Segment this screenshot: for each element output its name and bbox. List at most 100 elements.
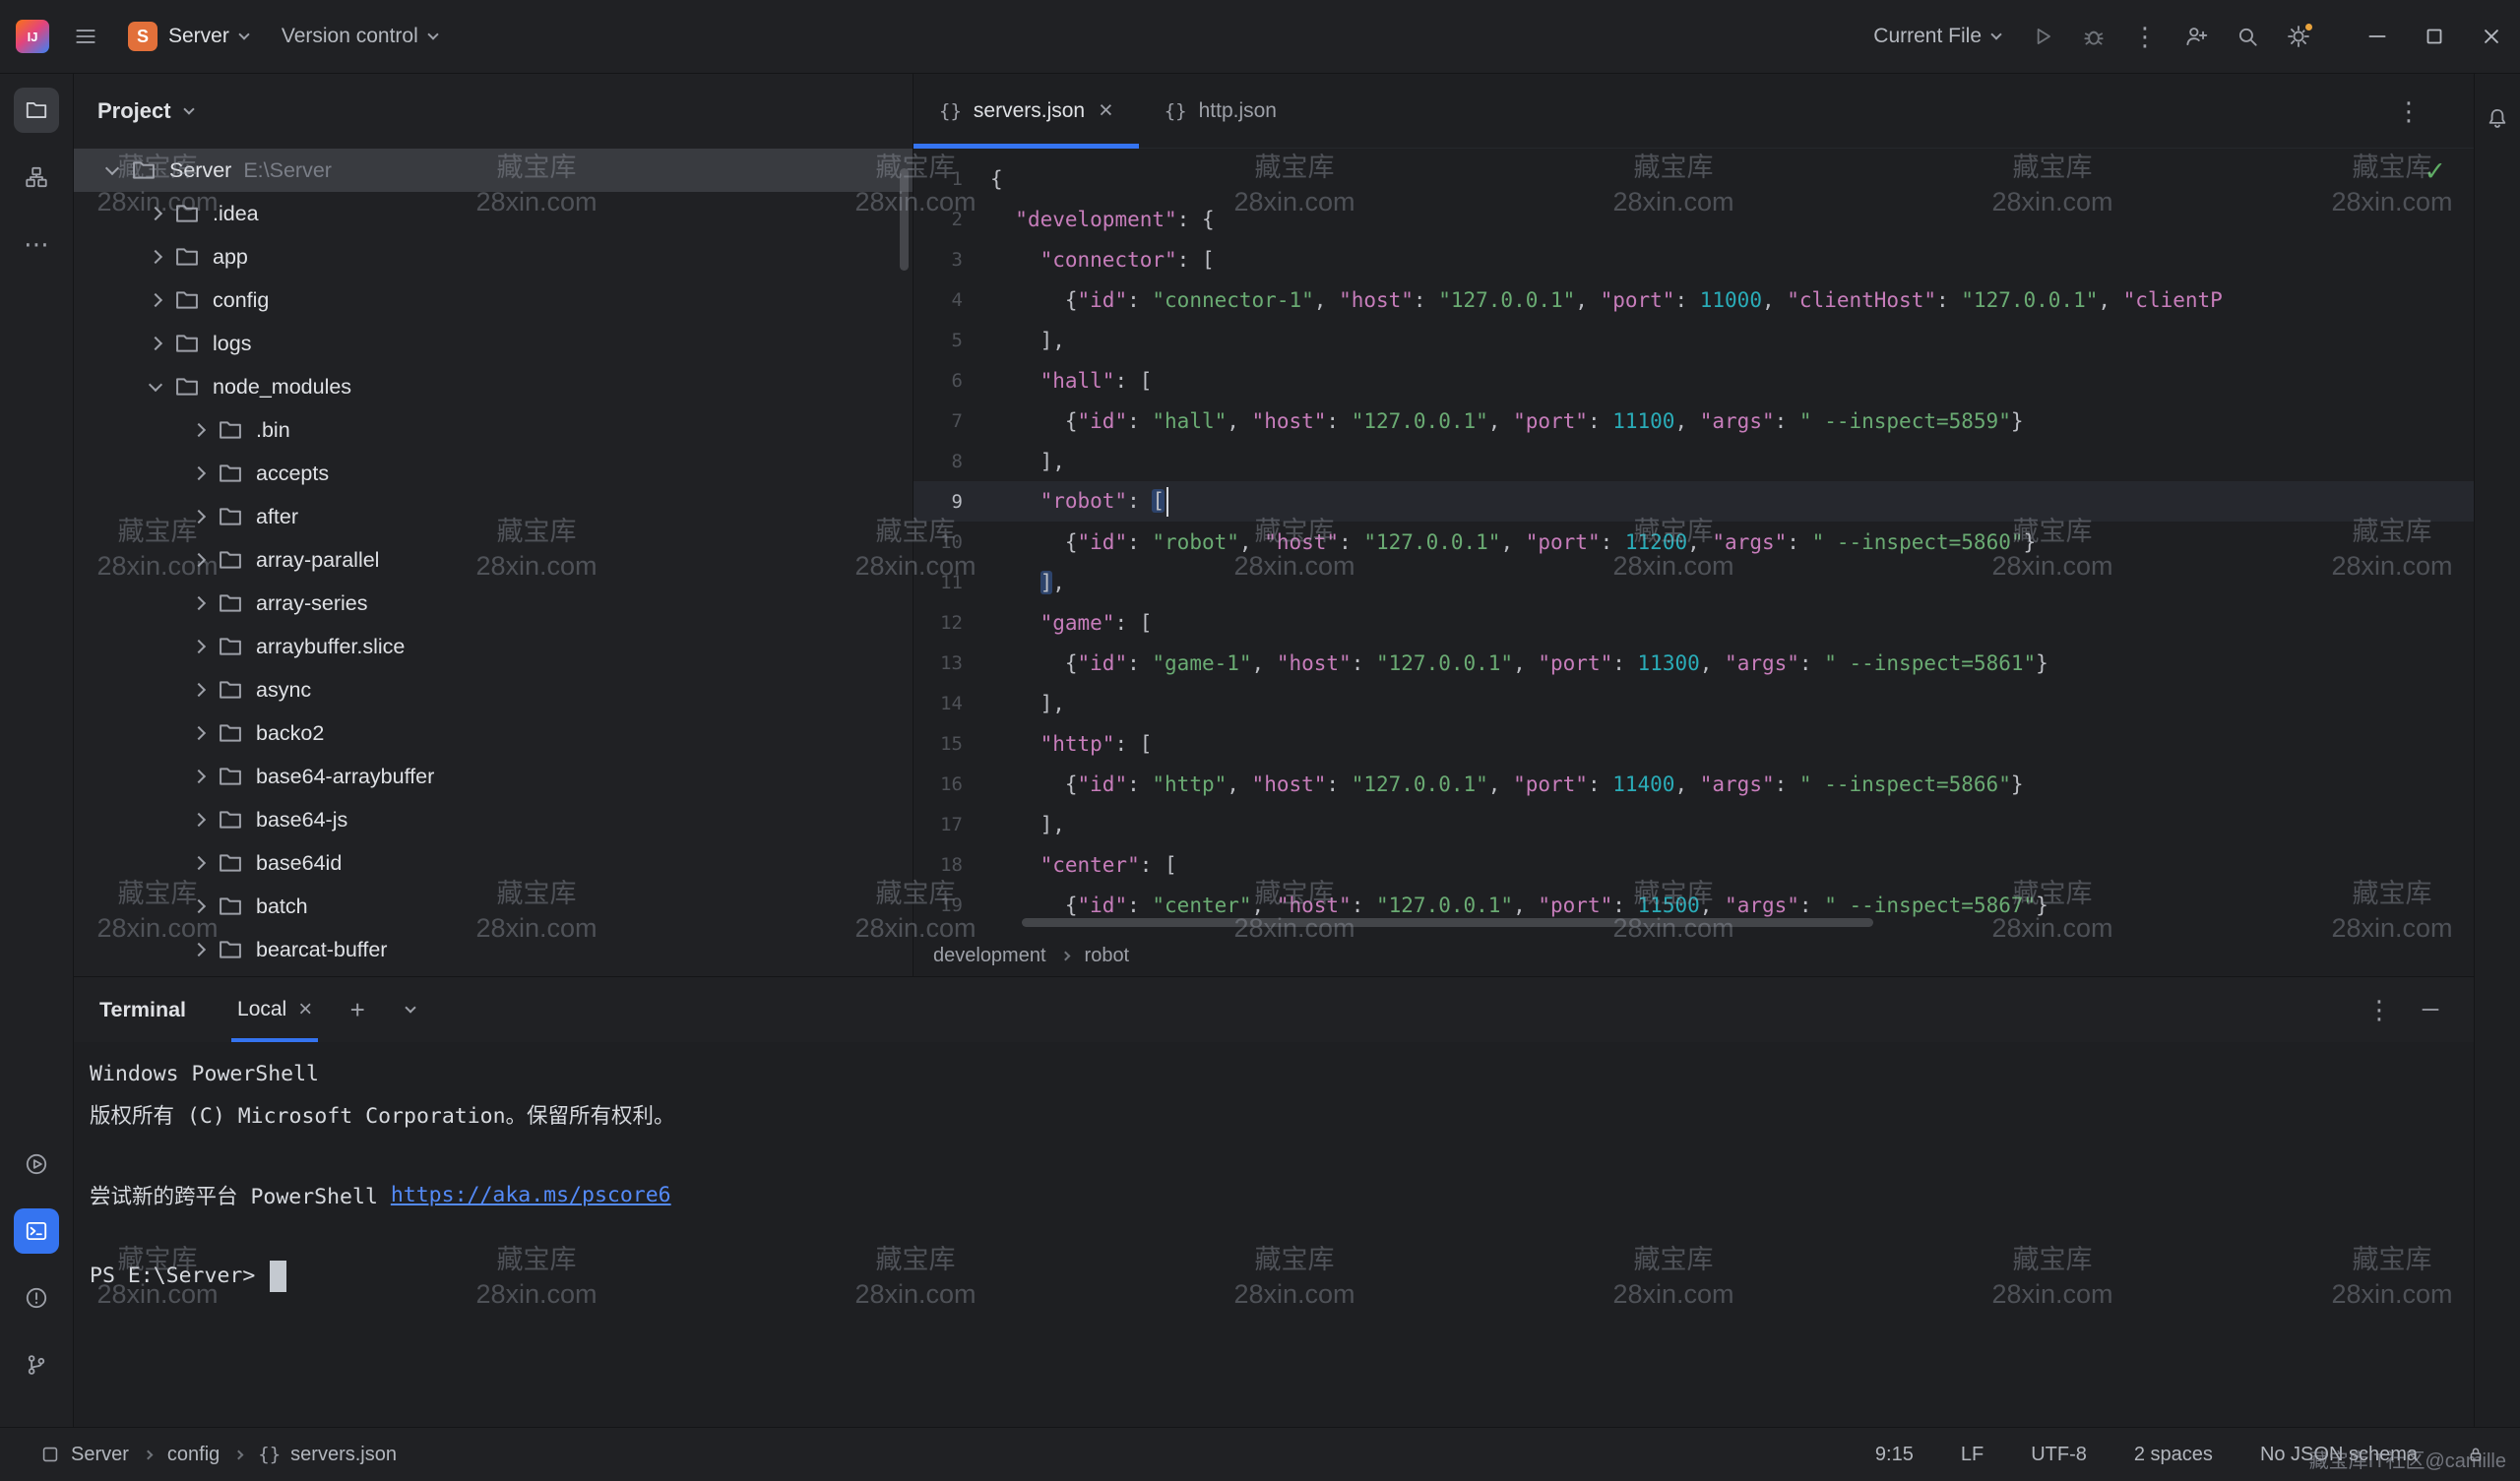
status-widget-indent[interactable]: 2 spaces — [2134, 1444, 2213, 1466]
chevron-down-icon[interactable] — [183, 103, 194, 114]
expand-icon[interactable] — [192, 856, 206, 870]
expand-icon[interactable] — [192, 899, 206, 913]
code-with-me-button[interactable] — [2174, 14, 2219, 59]
expand-icon[interactable] — [192, 466, 206, 480]
tool-window-button-project[interactable] — [14, 88, 59, 133]
tree-item-array-parallel[interactable]: array-parallel — [74, 538, 913, 582]
more-actions-button[interactable]: ⋮ — [2122, 14, 2168, 59]
status-widget-line-separator[interactable]: LF — [1961, 1444, 1984, 1466]
status-path-Server[interactable]: Server — [39, 1444, 129, 1466]
tree-item-.idea[interactable]: .idea — [74, 192, 913, 235]
code-line-13[interactable]: 13 {"id": "game-1", "host": "127.0.0.1",… — [914, 643, 2474, 683]
expand-icon[interactable] — [192, 813, 206, 827]
expand-icon[interactable] — [149, 293, 162, 307]
status-path-servers.json[interactable]: {}servers.json — [258, 1444, 397, 1466]
settings-button[interactable] — [2276, 14, 2321, 59]
tree-item-base64-js[interactable]: base64-js — [74, 798, 913, 841]
code-line-1[interactable]: 1{ — [914, 158, 2474, 199]
status-widget-json-schema[interactable]: No JSON schema — [2260, 1444, 2418, 1466]
tool-window-button-more[interactable]: ⋯ — [14, 221, 59, 267]
expand-icon[interactable] — [192, 770, 206, 783]
code-line-6[interactable]: 6 "hall": [ — [914, 360, 2474, 401]
status-widget-caret-position[interactable]: 9:15 — [1875, 1444, 1914, 1466]
tree-item-accepts[interactable]: accepts — [74, 452, 913, 495]
expand-icon[interactable] — [192, 596, 206, 610]
expand-icon[interactable] — [192, 423, 206, 437]
code-line-14[interactable]: 14 ], — [914, 683, 2474, 723]
hide-terminal-button[interactable] — [2409, 988, 2452, 1031]
close-tab-icon[interactable]: × — [298, 996, 312, 1023]
code-line-18[interactable]: 18 "center": [ — [914, 844, 2474, 885]
code-line-8[interactable]: 8 ], — [914, 441, 2474, 481]
expand-icon[interactable] — [192, 553, 206, 567]
main-menu-button[interactable] — [63, 14, 108, 59]
terminal-link[interactable]: https://aka.ms/pscore6 — [391, 1183, 671, 1207]
expand-icon[interactable] — [149, 337, 162, 350]
code-line-15[interactable]: 15 "http": [ — [914, 723, 2474, 764]
code-line-2[interactable]: 2 "development": { — [914, 199, 2474, 239]
tree-item-bearcat-buffer[interactable]: bearcat-buffer — [74, 928, 913, 971]
inspection-ok-icon[interactable]: ✓ — [2424, 156, 2446, 187]
expand-icon[interactable] — [192, 943, 206, 956]
editor-tab-http.json[interactable]: {}http.json — [1139, 74, 1302, 148]
code-line-7[interactable]: 7 {"id": "hall", "host": "127.0.0.1", "p… — [914, 401, 2474, 441]
tree-item-config[interactable]: config — [74, 278, 913, 322]
expand-icon[interactable] — [192, 683, 206, 697]
expand-icon[interactable] — [149, 207, 162, 220]
expand-icon[interactable] — [192, 726, 206, 740]
close-button[interactable] — [2463, 0, 2520, 73]
tree-item-batch[interactable]: batch — [74, 885, 913, 928]
code-line-4[interactable]: 4 {"id": "connector-1", "host": "127.0.0… — [914, 279, 2474, 320]
tool-window-button-structure[interactable] — [14, 154, 59, 200]
terminal-type-dropdown[interactable] — [389, 988, 432, 1031]
tree-item-backo2[interactable]: backo2 — [74, 711, 913, 755]
tree-item-logs[interactable]: logs — [74, 322, 913, 365]
readonly-toggle-button[interactable] — [2465, 1444, 2487, 1465]
tree-item-async[interactable]: async — [74, 668, 913, 711]
tree-item-base64-arraybuffer[interactable]: base64-arraybuffer — [74, 755, 913, 798]
editor-tab-servers.json[interactable]: {}servers.json× — [914, 74, 1139, 148]
search-everywhere-button[interactable] — [2225, 14, 2270, 59]
tool-window-button-version-control[interactable] — [14, 1342, 59, 1388]
vcs-widget[interactable]: Version control — [268, 17, 451, 56]
code-line-3[interactable]: 3 "connector": [ — [914, 239, 2474, 279]
run-configuration-widget[interactable]: Current File — [1859, 17, 2014, 56]
project-scrollbar[interactable] — [900, 168, 909, 271]
code-line-10[interactable]: 10 {"id": "robot", "host": "127.0.0.1", … — [914, 522, 2474, 562]
tool-window-button-terminal[interactable] — [14, 1208, 59, 1254]
tree-item-app[interactable]: app — [74, 235, 913, 278]
breadcrumb-item[interactable]: robot — [1085, 945, 1130, 967]
tree-item-node_modules[interactable]: node_modules — [74, 365, 913, 408]
run-button[interactable] — [2020, 14, 2065, 59]
terminal-options-button[interactable]: ⋮ — [2358, 988, 2401, 1031]
tree-item-array-series[interactable]: array-series — [74, 582, 913, 625]
terminal-tab-local[interactable]: Local × — [223, 977, 326, 1042]
tree-item-arraybuffer.slice[interactable]: arraybuffer.slice — [74, 625, 913, 668]
editor[interactable]: 1{2 "development": {3 "connector": [4 {"… — [914, 149, 2474, 935]
status-widget-encoding[interactable]: UTF-8 — [2031, 1444, 2087, 1466]
tool-window-button-run[interactable] — [14, 1142, 59, 1187]
code-line-17[interactable]: 17 ], — [914, 804, 2474, 844]
minimize-button[interactable] — [2349, 0, 2406, 73]
code-line-5[interactable]: 5 ], — [914, 320, 2474, 360]
terminal-output[interactable]: Windows PowerShell版权所有 (C) Microsoft Cor… — [74, 1042, 2474, 1427]
editor-horizontal-scrollbar[interactable] — [1022, 918, 1873, 927]
collapse-icon[interactable] — [105, 160, 119, 174]
tree-item-.bin[interactable]: .bin — [74, 408, 913, 452]
project-widget[interactable]: S Server — [114, 14, 262, 59]
expand-icon[interactable] — [192, 510, 206, 524]
collapse-icon[interactable] — [149, 377, 162, 391]
code-line-11[interactable]: 11 ], — [914, 562, 2474, 602]
tree-item-base64id[interactable]: base64id — [74, 841, 913, 885]
tool-window-button-problems[interactable] — [14, 1275, 59, 1321]
tree-item-after[interactable]: after — [74, 495, 913, 538]
expand-icon[interactable] — [149, 250, 162, 264]
breadcrumb-item[interactable]: development — [933, 945, 1046, 967]
code-line-12[interactable]: 12 "game": [ — [914, 602, 2474, 643]
close-tab-icon[interactable]: × — [1099, 96, 1113, 125]
tree-item-Server[interactable]: ServerE:\Server — [74, 149, 913, 192]
new-terminal-button[interactable]: + — [336, 988, 379, 1031]
code-line-9[interactable]: 9 "robot": [ — [914, 481, 2474, 522]
maximize-button[interactable] — [2406, 0, 2463, 73]
expand-icon[interactable] — [192, 640, 206, 653]
